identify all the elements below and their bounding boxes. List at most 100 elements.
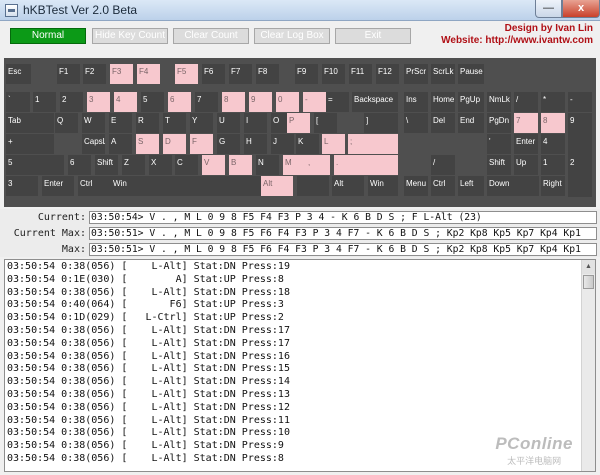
key-8[interactable]: 8: [541, 113, 565, 133]
key-pause[interactable]: Pause: [458, 64, 484, 84]
key-scrlk[interactable]: ScrLk: [431, 64, 455, 84]
key-8[interactable]: 8: [222, 92, 245, 112]
hide-key-count-button[interactable]: Hide Key Count: [92, 28, 168, 44]
key-f2[interactable]: F2: [83, 64, 106, 84]
key-0[interactable]: 0: [276, 92, 299, 112]
key-f8[interactable]: F8: [256, 64, 279, 84]
key-k[interactable]: K: [296, 134, 319, 154]
key-ctrl[interactable]: Ctrl: [78, 176, 111, 196]
key-n[interactable]: N: [256, 155, 279, 175]
key-3[interactable]: 3: [87, 92, 110, 112]
key-capslk[interactable]: CapsLk: [82, 134, 105, 154]
key-_92[interactable]: \: [404, 113, 428, 133]
key-esc[interactable]: Esc: [6, 64, 31, 84]
key-_42[interactable]: *: [541, 92, 565, 112]
key-shift[interactable]: Shift: [487, 155, 511, 175]
close-button[interactable]: x: [562, 0, 600, 18]
key-_39[interactable]: ': [487, 134, 511, 154]
key-_45[interactable]: -: [303, 92, 326, 112]
key-1[interactable]: 1: [541, 155, 565, 175]
key-g[interactable]: G: [217, 134, 240, 154]
key-3[interactable]: 3: [6, 176, 38, 196]
key-m[interactable]: M: [283, 155, 306, 175]
key-right[interactable]: Right: [541, 176, 565, 196]
key-f4[interactable]: F4: [137, 64, 160, 84]
key-i[interactable]: I: [244, 113, 267, 133]
log-scrollbar[interactable]: ▲: [581, 260, 595, 471]
key-f6[interactable]: F6: [202, 64, 225, 84]
key-r[interactable]: R: [136, 113, 159, 133]
key-del[interactable]: Del: [431, 113, 455, 133]
key-f3[interactable]: F3: [110, 64, 133, 84]
key-b[interactable]: B: [229, 155, 252, 175]
key-_47[interactable]: /: [514, 92, 538, 112]
exit-button[interactable]: Exit: [335, 28, 411, 44]
key-9[interactable]: 9: [249, 92, 272, 112]
log-box[interactable]: 03:50:54 0:38(056) [ L-Alt] Stat:DN Pres…: [4, 259, 596, 472]
minimize-button[interactable]: —: [535, 0, 562, 18]
key-pgdn[interactable]: PgDn: [487, 113, 511, 133]
key-f7[interactable]: F7: [229, 64, 252, 84]
key-enter[interactable]: Enter: [42, 176, 74, 196]
key-space[interactable]: [297, 176, 329, 196]
key-prscr[interactable]: PrScr: [404, 64, 428, 84]
key-6[interactable]: 6: [68, 155, 91, 175]
key-2[interactable]: 2: [568, 155, 592, 197]
key-4[interactable]: 4: [114, 92, 137, 112]
key-f5[interactable]: F5: [175, 64, 198, 84]
key-left[interactable]: Left: [458, 176, 484, 196]
key-s[interactable]: S: [136, 134, 159, 154]
key-alt[interactable]: Alt: [332, 176, 364, 196]
key-_47[interactable]: /: [431, 155, 455, 175]
key-d[interactable]: D: [163, 134, 186, 154]
key-_61[interactable]: =: [326, 92, 349, 112]
scroll-thumb[interactable]: [583, 275, 594, 289]
key-e[interactable]: E: [109, 113, 132, 133]
key-q[interactable]: Q: [55, 113, 78, 133]
key-alt[interactable]: Alt: [261, 176, 293, 196]
key-win[interactable]: Win: [111, 176, 261, 196]
key-1[interactable]: 1: [33, 92, 56, 112]
key-u[interactable]: U: [217, 113, 240, 133]
key-_93[interactable]: ]: [364, 113, 398, 133]
key-f[interactable]: F: [190, 134, 213, 154]
key-a[interactable]: A: [109, 134, 132, 154]
key-f1[interactable]: F1: [57, 64, 80, 84]
key-l[interactable]: L: [322, 134, 345, 154]
key-ctrl[interactable]: Ctrl: [431, 176, 455, 196]
key-6[interactable]: 6: [168, 92, 191, 112]
key-5[interactable]: 5: [141, 92, 164, 112]
key-w[interactable]: W: [82, 113, 105, 133]
key-shift[interactable]: Shift: [95, 155, 118, 175]
key-win[interactable]: Win: [368, 176, 398, 196]
key-home[interactable]: Home: [431, 92, 455, 112]
key-end[interactable]: End: [458, 113, 484, 133]
key-z[interactable]: Z: [122, 155, 145, 175]
key-5[interactable]: 5: [6, 155, 64, 175]
key-7[interactable]: 7: [195, 92, 218, 112]
clear-count-button[interactable]: Clear Count: [173, 28, 249, 44]
key-x[interactable]: X: [149, 155, 172, 175]
key-t[interactable]: T: [163, 113, 186, 133]
clear-log-box-button[interactable]: Clear Log Box: [254, 28, 330, 44]
key-backspace[interactable]: Backspace: [352, 92, 398, 112]
key-f9[interactable]: F9: [295, 64, 318, 84]
key-up[interactable]: Up: [514, 155, 538, 175]
normal-button[interactable]: Normal: [10, 28, 86, 44]
scroll-up-arrow-icon[interactable]: ▲: [582, 260, 595, 274]
key-7[interactable]: 7: [514, 113, 538, 133]
key-_43[interactable]: +: [6, 134, 54, 154]
key-_59[interactable]: ;: [348, 134, 398, 154]
key-j[interactable]: J: [271, 134, 294, 154]
key-_96[interactable]: `: [6, 92, 30, 112]
key-_91[interactable]: [: [314, 113, 337, 133]
key-_44[interactable]: ,: [306, 155, 330, 175]
key-f11[interactable]: F11: [349, 64, 372, 84]
key-nmlk[interactable]: NmLk: [487, 92, 511, 112]
key-f12[interactable]: F12: [376, 64, 399, 84]
key-9[interactable]: 9: [568, 113, 592, 155]
key-_46[interactable]: .: [334, 155, 398, 175]
title-bar[interactable]: hKBTest Ver 2.0 Beta — x: [0, 0, 600, 21]
key-h[interactable]: H: [244, 134, 267, 154]
key-_45[interactable]: -: [568, 92, 592, 112]
